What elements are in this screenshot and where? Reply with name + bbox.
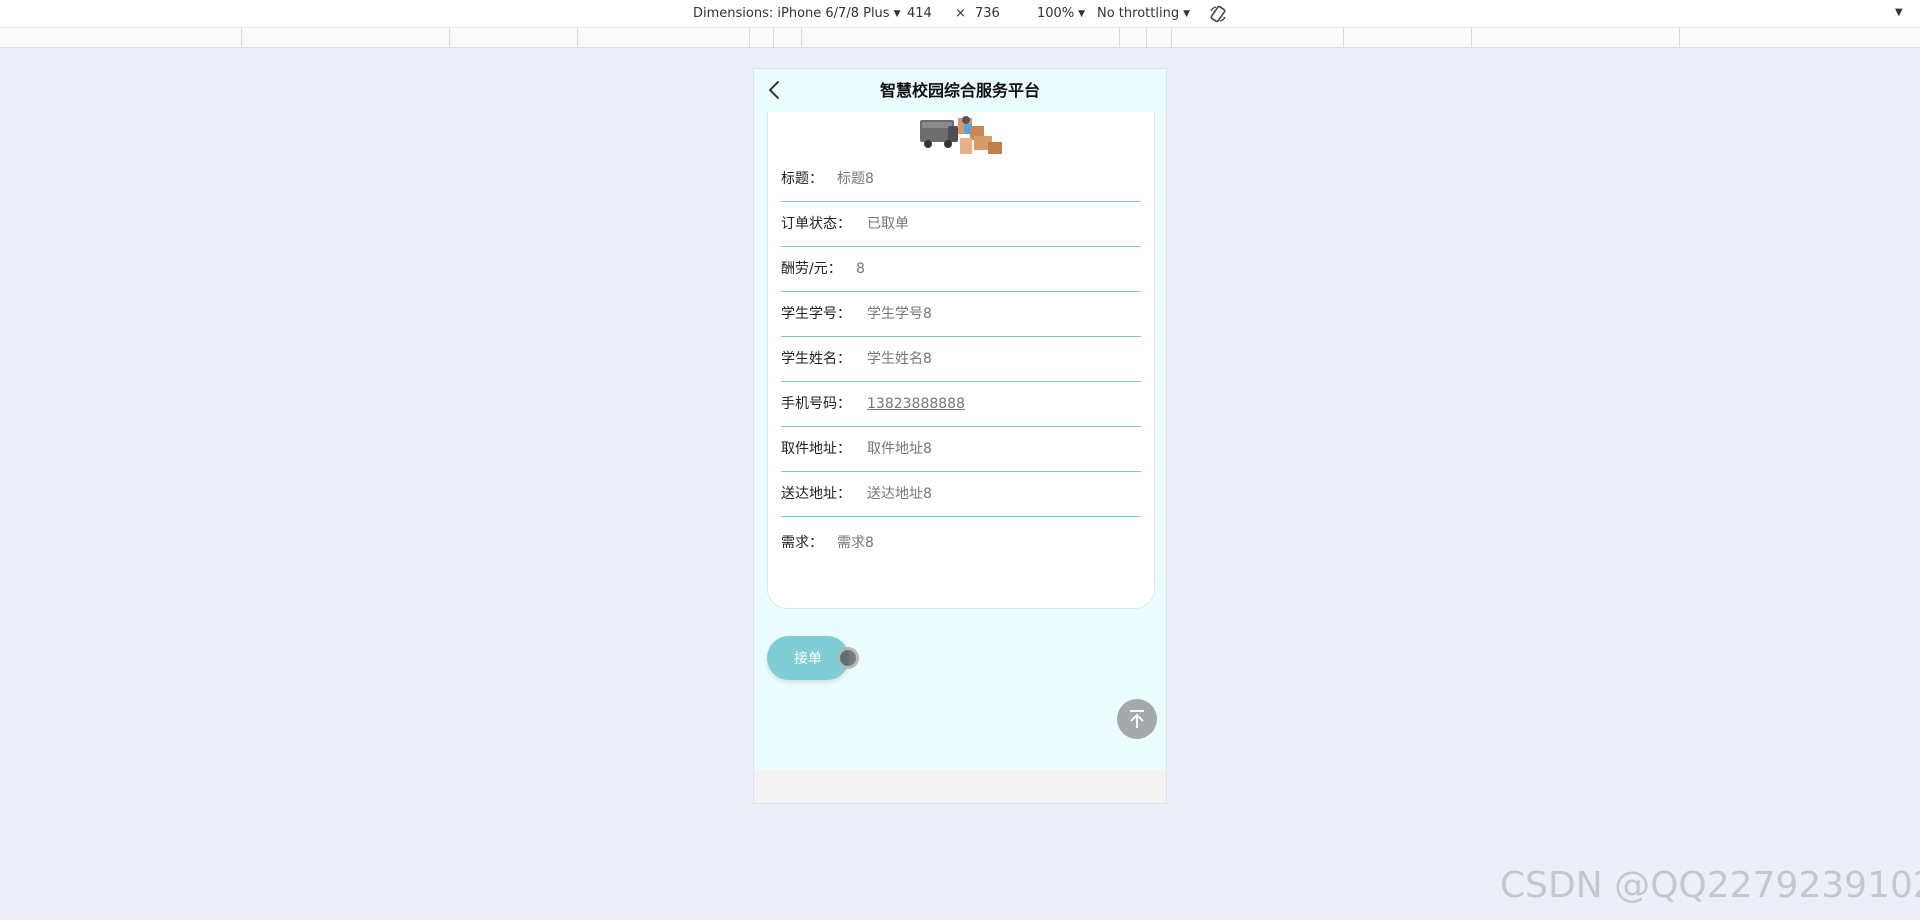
field-value: 送达地址8 (867, 486, 932, 502)
field-pickup-address: 取件地址： 取件地址8 (781, 427, 1141, 472)
field-value: 标题8 (837, 171, 874, 187)
zoom-label: 100% (1037, 6, 1075, 21)
field-label: 需求： (781, 535, 823, 551)
mobile-viewport: 智慧校园综合服务平台 标题： 标题8 订单状态： 已取单 酬劳/元： 8 学生学… (753, 68, 1167, 804)
delivery-illustration (920, 116, 1002, 154)
devtools-more-caret-icon[interactable]: ▼ (1895, 7, 1903, 18)
phone-link[interactable]: 13823888888 (867, 382, 965, 427)
field-label: 学生姓名： (781, 351, 851, 367)
back-to-top-icon (1130, 710, 1144, 728)
nav-bar: 智慧校园综合服务平台 (754, 69, 1166, 112)
field-value: 学生姓名8 (867, 351, 932, 367)
throttling-label: No throttling (1097, 6, 1180, 21)
height-input[interactable]: 736 (975, 6, 1000, 21)
field-value: 8 (856, 261, 865, 277)
field-label: 订单状态： (781, 216, 851, 232)
page-title: 智慧校园综合服务平台 (879, 81, 1040, 100)
field-reward: 酬劳/元： 8 (781, 247, 1141, 292)
field-value: 取件地址8 (867, 441, 932, 457)
order-detail-card: 标题： 标题8 订单状态： 已取单 酬劳/元： 8 学生学号： 学生学号8 学生… (767, 89, 1155, 609)
back-to-top-button[interactable] (1117, 699, 1157, 739)
field-value: 已取单 (867, 216, 909, 232)
caret-down-icon: ▼ (1078, 9, 1086, 19)
field-student-name: 学生姓名： 学生姓名8 (781, 337, 1141, 382)
bottom-bar (754, 770, 1166, 803)
field-delivery-address: 送达地址： 送达地址8 (781, 472, 1141, 517)
caret-down-icon: ▼ (893, 9, 901, 19)
times-sign: × (955, 6, 966, 21)
touch-cursor-indicator (837, 647, 859, 669)
field-requirement: 需求： 需求8 (781, 521, 1141, 566)
field-phone: 手机号码： 13823888888 (781, 382, 1141, 427)
field-value: 需求8 (837, 535, 874, 551)
device-select-label: Dimensions: iPhone 6/7/8 Plus (693, 6, 890, 21)
caret-down-icon: ▼ (1183, 9, 1190, 19)
field-label: 标题： (781, 171, 823, 187)
field-title: 标题： 标题8 (781, 157, 1141, 202)
field-student-id: 学生学号： 学生学号8 (781, 292, 1141, 337)
field-label: 取件地址： (781, 441, 851, 457)
device-select[interactable]: Dimensions: iPhone 6/7/8 Plus ▼ (693, 6, 901, 21)
field-label: 学生学号： (781, 306, 851, 322)
rotate-icon[interactable] (1208, 4, 1228, 24)
width-input[interactable]: 414 (907, 6, 932, 21)
devtools-device-toolbar: Dimensions: iPhone 6/7/8 Plus ▼ 414 × 736… (0, 0, 1920, 28)
field-label: 送达地址： (781, 486, 851, 502)
field-label: 手机号码： (781, 396, 851, 412)
field-value: 学生学号8 (867, 306, 932, 322)
watermark: CSDN @QQ2279239102 (1500, 865, 1920, 906)
throttling-select[interactable]: No throttling ▼ (1097, 6, 1190, 21)
zoom-select[interactable]: 100% ▼ (1037, 6, 1085, 21)
media-query-ruler (0, 28, 1920, 48)
field-order-status: 订单状态： 已取单 (781, 202, 1141, 247)
field-label: 酬劳/元： (781, 261, 842, 277)
